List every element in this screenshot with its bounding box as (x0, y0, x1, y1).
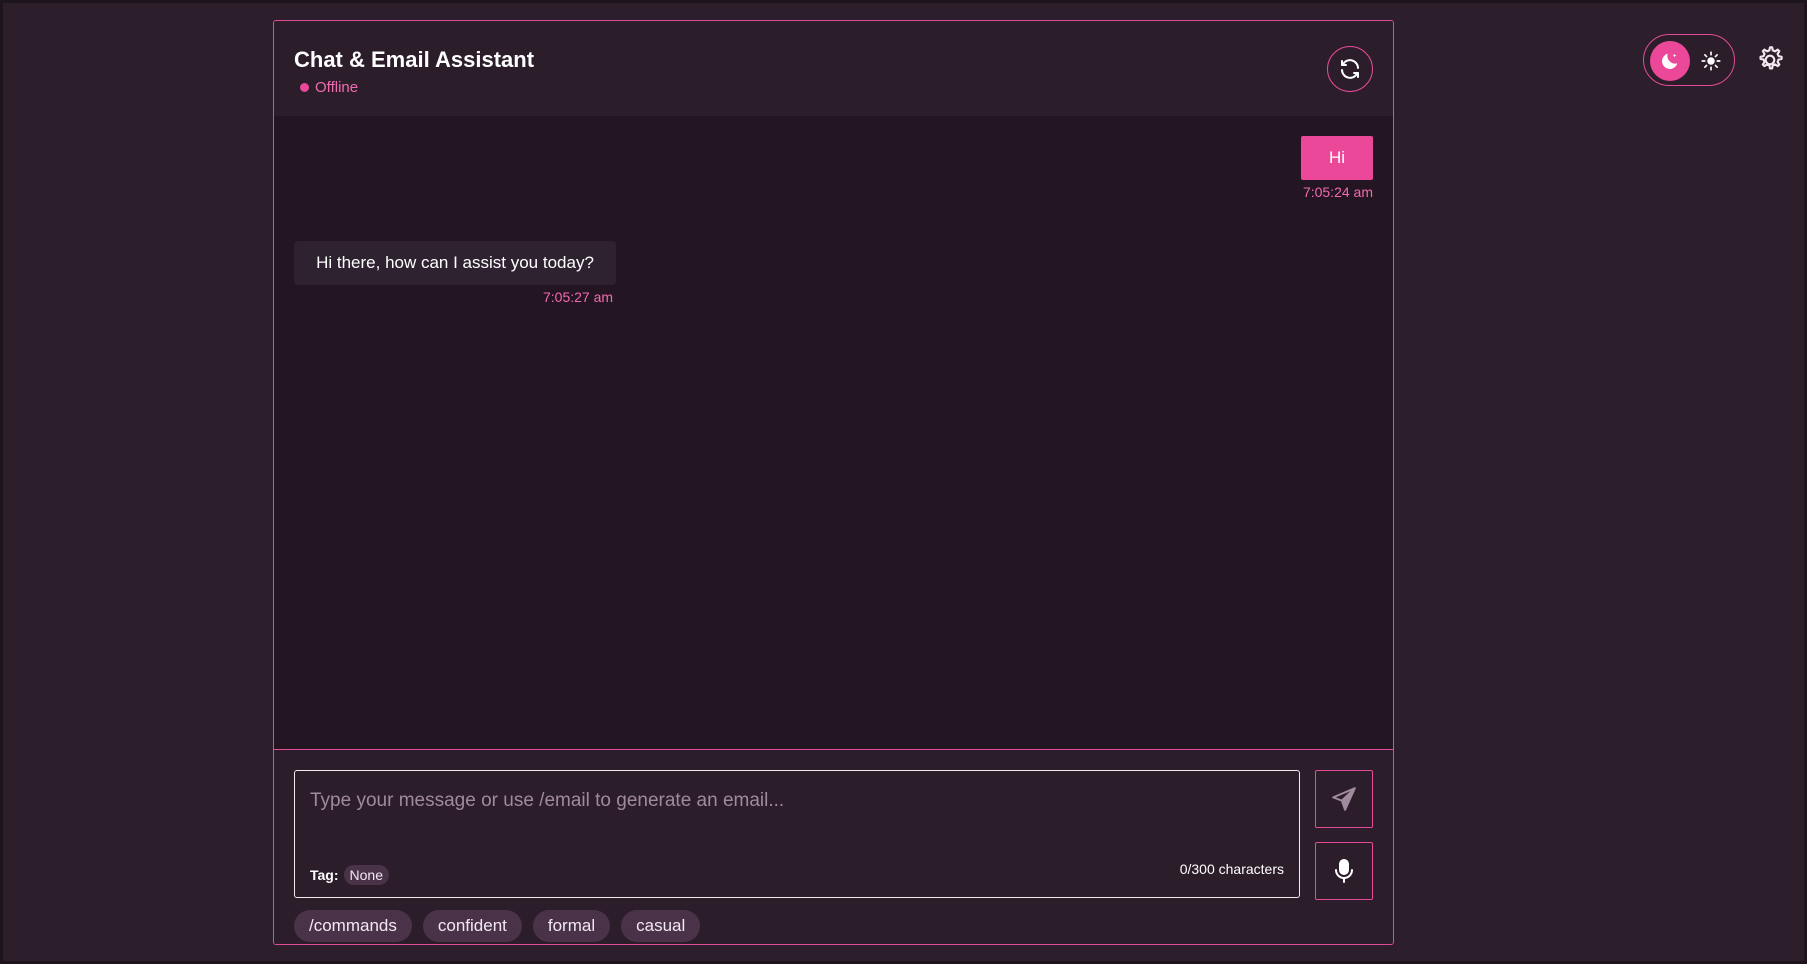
message-input[interactable] (295, 771, 1299, 831)
chat-panel: Chat & Email Assistant Offline Hi 7:05:2… (273, 20, 1394, 945)
dark-mode-option[interactable] (1650, 41, 1690, 81)
assistant-message-bubble: Hi there, how can I assist you today? (294, 241, 616, 285)
status-dot (300, 83, 309, 92)
assistant-message-time: 7:05:27 am (543, 289, 614, 305)
message-list: Hi 7:05:24 am Hi there, how can I assist… (274, 116, 1393, 749)
user-message-bubble: Hi (1301, 136, 1373, 180)
settings-button[interactable] (1754, 44, 1786, 76)
moon-icon (1662, 53, 1678, 69)
gear-icon (1759, 46, 1783, 70)
chip-casual[interactable]: casual (621, 910, 701, 942)
character-count: 0/300 characters (1179, 861, 1284, 877)
message-input-box: Tag: None 0/300 characters (294, 770, 1300, 898)
tag-label: Tag: (310, 867, 339, 883)
microphone-button[interactable] (1315, 842, 1373, 900)
sun-icon (1701, 51, 1721, 71)
light-mode-option[interactable] (1700, 50, 1722, 72)
status-text: Offline (315, 79, 359, 96)
page-title: Chat & Email Assistant (294, 47, 535, 72)
message-composer: Tag: None 0/300 characters /commands con… (274, 749, 1393, 944)
chip-commands[interactable]: /commands (294, 910, 412, 942)
send-icon (1332, 787, 1356, 811)
refresh-icon (1341, 59, 1359, 79)
theme-toggle[interactable] (1643, 34, 1735, 86)
tag-value-badge[interactable]: None (343, 865, 389, 885)
microphone-icon (1335, 859, 1353, 883)
user-message-time: 7:05:24 am (1302, 184, 1373, 200)
chip-confident[interactable]: confident (422, 910, 522, 942)
connection-status: Offline (300, 79, 358, 96)
chat-header: Chat & Email Assistant Offline (274, 21, 1393, 116)
refresh-button[interactable] (1327, 46, 1373, 92)
send-button[interactable] (1315, 770, 1373, 828)
tag-row: Tag: None (310, 865, 389, 885)
quick-chips: /commands confident formal casual (294, 910, 701, 942)
chip-formal[interactable]: formal (532, 910, 611, 942)
